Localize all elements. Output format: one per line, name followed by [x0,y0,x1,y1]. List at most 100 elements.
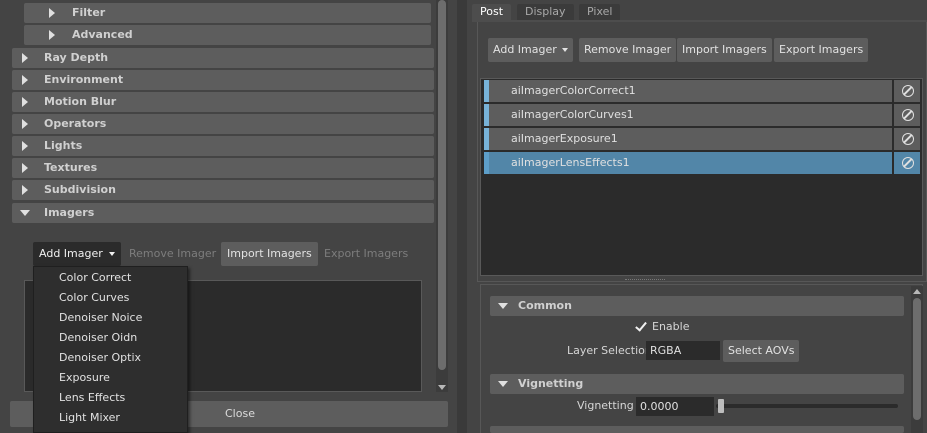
menu-item-lens-effects[interactable]: Lens Effects [59,388,125,408]
cell-divider [892,128,894,150]
remove-imager-button[interactable]: Remove Imager [123,242,222,266]
bypass-icon[interactable] [902,109,914,121]
expand-triangle-icon [22,119,28,129]
imager-row-color-curves[interactable]: aiImagerColorCurves1 [484,104,920,126]
dropdown-caret-icon [108,252,115,256]
expand-triangle-icon [22,97,28,107]
menu-item-denoiser-oidn[interactable]: Denoiser Oidn [59,328,137,348]
section-operators[interactable]: Operators [12,114,434,134]
section-label: Filter [72,6,106,19]
section-label: Textures [44,161,98,174]
import-imagers-button[interactable]: Import Imagers [677,38,772,62]
import-imagers-button[interactable]: Import Imagers [221,242,318,266]
section-advanced[interactable]: Advanced [24,25,431,45]
imager-name: aiImagerColorCurves1 [511,108,634,121]
collapse-triangle-icon [20,210,30,216]
add-imager-dropdown-menu: Color Correct Color Curves Denoiser Noic… [33,266,188,433]
row-accent [484,152,489,174]
tab-pixel[interactable]: Pixel [579,4,621,20]
menu-item-color-correct[interactable]: Color Correct [59,268,131,288]
scrollbar-thumb[interactable] [913,298,921,420]
enable-checkbox[interactable] [634,320,647,333]
bypass-icon[interactable] [902,85,914,97]
expand-triangle-icon [22,163,28,173]
section-label: Lights [44,139,83,152]
layer-selection-label: Layer Selection [567,344,652,357]
remove-imager-button[interactable]: Remove Imager [579,38,677,62]
section-motion-blur[interactable]: Motion Blur [12,92,434,112]
left-scrollbar[interactable] [436,0,448,392]
add-imager-button[interactable]: Add Imager [488,38,573,62]
vignetting-slider-track[interactable] [716,404,898,408]
section-label: Motion Blur [44,95,117,108]
row-accent [484,80,489,102]
section-ray-depth[interactable]: Ray Depth [12,48,434,68]
tab-post[interactable]: Post [472,4,512,20]
dropdown-caret-icon [561,48,568,52]
vignetting-value-field[interactable]: 0.0000 [636,397,714,416]
section-environment[interactable]: Environment [12,70,434,90]
section-label: Operators [44,117,107,130]
section-vignetting[interactable]: Vignetting [490,374,904,394]
section-lights[interactable]: Lights [12,136,434,156]
section-label: Imagers [44,206,95,219]
cell-divider [892,104,894,126]
section-common[interactable]: Common [490,296,904,316]
expand-triangle-icon [22,53,28,63]
menu-item-denoiser-optix[interactable]: Denoiser Optix [59,348,141,368]
imager-name: aiImagerColorCorrect1 [511,84,636,97]
expand-triangle-icon [22,141,28,151]
section-next-collapsed[interactable] [490,426,904,433]
expand-triangle-icon [22,75,28,85]
expand-triangle-icon [49,30,55,40]
section-label: Subdivision [44,183,116,196]
vignetting-label: Vignetting [577,399,634,412]
menu-item-denoiser-noice[interactable]: Denoiser Noice [59,308,142,328]
add-imager-label: Add Imager [493,43,557,56]
pane-splitter-handle[interactable] [625,279,665,281]
section-label: Ray Depth [44,51,109,64]
scrollbar-thumb[interactable] [438,0,446,370]
row-accent [484,128,489,150]
panel-divider [457,0,467,433]
collapse-triangle-icon [498,303,508,309]
section-label: Vignetting [518,377,584,390]
section-textures[interactable]: Textures [12,158,434,178]
add-imager-label: Add Imager [39,247,103,260]
row-accent [484,104,489,126]
section-label: Common [518,299,572,312]
expand-triangle-icon [22,185,28,195]
add-imager-button[interactable]: Add Imager [33,242,121,266]
imager-name: aiImagerExposure1 [511,132,618,145]
section-filter[interactable]: Filter [24,3,431,23]
attributes-scrollbar[interactable] [911,286,923,433]
section-label: Environment [44,73,124,86]
imager-row-color-correct[interactable]: aiImagerColorCorrect1 [484,80,920,102]
tab-display[interactable]: Display [517,4,574,20]
collapse-triangle-icon [498,381,508,387]
scroll-down-arrow-icon[interactable] [438,385,446,390]
imager-row-exposure[interactable]: aiImagerExposure1 [484,128,920,150]
menu-item-light-mixer[interactable]: Light Mixer [59,408,120,428]
bypass-icon[interactable] [902,133,914,145]
section-subdivision[interactable]: Subdivision [12,180,434,200]
vignetting-slider-handle[interactable] [718,399,724,413]
scroll-up-arrow-icon[interactable] [913,289,921,294]
enable-label: Enable [652,320,690,333]
cell-divider [892,80,894,102]
expand-triangle-icon [49,8,55,18]
export-imagers-button[interactable]: Export Imagers [318,242,414,266]
imager-name: aiImagerLensEffects1 [511,156,630,169]
imager-list[interactable]: aiImagerColorCorrect1 aiImagerColorCurve… [480,78,923,276]
export-imagers-button[interactable]: Export Imagers [774,38,869,62]
imager-row-lens-effects[interactable]: aiImagerLensEffects1 [484,152,920,174]
section-label: Advanced [72,28,133,41]
layer-selection-field[interactable]: RGBA [646,341,720,360]
close-button[interactable]: Close [200,401,280,427]
select-aovs-button[interactable]: Select AOVs [723,340,800,362]
menu-item-exposure[interactable]: Exposure [59,368,110,388]
menu-item-color-curves[interactable]: Color Curves [59,288,129,308]
bypass-icon[interactable] [902,157,914,169]
section-imagers[interactable]: Imagers [12,203,434,223]
cell-divider [892,152,894,174]
